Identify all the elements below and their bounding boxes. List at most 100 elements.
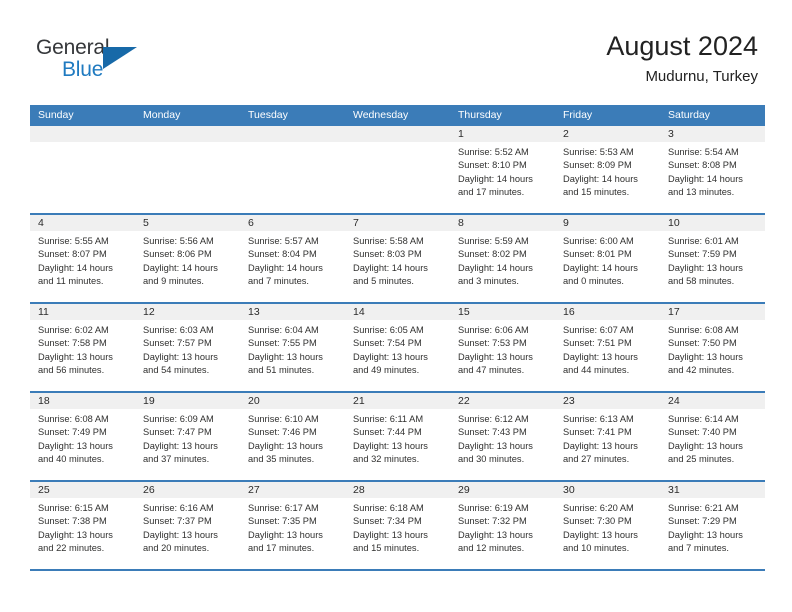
sunrise-text: Sunrise: 6:05 AM — [353, 325, 424, 335]
daylight-text: Daylight: 13 hours and 25 minutes. — [668, 440, 743, 465]
daylight-text: Daylight: 13 hours and 10 minutes. — [563, 529, 638, 554]
daylight-text: Daylight: 14 hours and 9 minutes. — [143, 262, 218, 287]
calendar-day-cell[interactable]: 27 Sunrise: 6:17 AM Sunset: 7:35 PM Dayligh… — [240, 482, 345, 569]
daylight-text: Daylight: 13 hours and 27 minutes. — [563, 440, 638, 465]
sunset-text: Sunset: 8:08 PM — [668, 160, 737, 171]
calendar-day-cell[interactable]: 26 Sunrise: 6:16 AM Sunset: 7:37 PM Dayligh… — [135, 482, 240, 569]
daylight-text: Daylight: 14 hours and 11 minutes. — [38, 262, 113, 287]
sunset-text: Sunset: 8:02 PM — [458, 249, 527, 260]
calendar-cell-empty — [345, 126, 450, 213]
calendar-day-cell[interactable]: 7 Sunrise: 5:58 AM Sunset: 8:03 PM Daylight… — [345, 215, 450, 302]
calendar-day-cell[interactable]: 4 Sunrise: 5:55 AM Sunset: 8:07 PM Daylight… — [30, 215, 135, 302]
calendar-day-cell[interactable]: 25 Sunrise: 6:15 AM Sunset: 7:38 PM Dayligh… — [30, 482, 135, 569]
calendar-day-cell[interactable]: 23 Sunrise: 6:13 AM Sunset: 7:41 PM Dayligh… — [555, 393, 660, 480]
sunset-text: Sunset: 7:34 PM — [353, 516, 422, 527]
day-number: 14 — [345, 304, 450, 320]
sunset-text: Sunset: 7:53 PM — [458, 338, 527, 349]
day-number: 2 — [555, 126, 660, 142]
sunrise-text: Sunrise: 6:01 AM — [668, 236, 739, 246]
daylight-text: Daylight: 13 hours and 15 minutes. — [353, 529, 428, 554]
daylight-text: Daylight: 13 hours and 49 minutes. — [353, 351, 428, 376]
calendar-day-cell[interactable]: 16 Sunrise: 6:07 AM Sunset: 7:51 PM Dayligh… — [555, 304, 660, 391]
calendar-day-cell[interactable]: 6 Sunrise: 5:57 AM Sunset: 8:04 PM Daylight… — [240, 215, 345, 302]
sunset-text: Sunset: 7:41 PM — [563, 427, 632, 438]
sunrise-text: Sunrise: 5:59 AM — [458, 236, 529, 246]
calendar-week-row: 11 Sunrise: 6:02 AM Sunset: 7:58 PM Dayligh… — [30, 304, 765, 393]
calendar-day-cell[interactable]: 3 Sunrise: 5:54 AM Sunset: 8:08 PM Daylight… — [660, 126, 765, 213]
sun-info: Sunrise: 6:02 AM Sunset: 7:58 PM Daylight:… — [30, 320, 135, 384]
daylight-text: Daylight: 13 hours and 42 minutes. — [668, 351, 743, 376]
sunrise-text: Sunrise: 6:13 AM — [563, 414, 634, 424]
calendar-day-cell[interactable]: 21 Sunrise: 6:11 AM Sunset: 7:44 PM Dayligh… — [345, 393, 450, 480]
calendar-day-cell[interactable]: 9 Sunrise: 6:00 AM Sunset: 8:01 PM Daylight… — [555, 215, 660, 302]
calendar-day-cell[interactable]: 20 Sunrise: 6:10 AM Sunset: 7:46 PM Dayligh… — [240, 393, 345, 480]
calendar-day-cell[interactable]: 13 Sunrise: 6:04 AM Sunset: 7:55 PM Dayligh… — [240, 304, 345, 391]
sun-info: Sunrise: 6:10 AM Sunset: 7:46 PM Daylight:… — [240, 409, 345, 473]
calendar-day-cell[interactable]: 18 Sunrise: 6:08 AM Sunset: 7:49 PM Dayligh… — [30, 393, 135, 480]
day-number: 23 — [555, 393, 660, 409]
sunset-text: Sunset: 7:50 PM — [668, 338, 737, 349]
calendar-day-cell[interactable]: 29 Sunrise: 6:19 AM Sunset: 7:32 PM Dayligh… — [450, 482, 555, 569]
calendar-day-cell[interactable]: 31 Sunrise: 6:21 AM Sunset: 7:29 PM Dayligh… — [660, 482, 765, 569]
weekday-header-saturday: Saturday — [668, 109, 711, 121]
calendar-week-row: 25 Sunrise: 6:15 AM Sunset: 7:38 PM Dayligh… — [30, 482, 765, 571]
sunset-text: Sunset: 7:55 PM — [248, 338, 317, 349]
sunset-text: Sunset: 7:54 PM — [353, 338, 422, 349]
calendar-day-cell[interactable]: 28 Sunrise: 6:18 AM Sunset: 7:34 PM Dayligh… — [345, 482, 450, 569]
calendar-day-cell[interactable]: 15 Sunrise: 6:06 AM Sunset: 7:53 PM Dayligh… — [450, 304, 555, 391]
calendar-day-cell[interactable]: 2 Sunrise: 5:53 AM Sunset: 8:09 PM Daylight… — [555, 126, 660, 213]
general-blue-logo[interactable]: General Blue — [36, 36, 146, 84]
sun-info: Sunrise: 5:55 AM Sunset: 8:07 PM Daylight:… — [30, 231, 135, 295]
sun-info: Sunrise: 6:08 AM Sunset: 7:49 PM Daylight:… — [30, 409, 135, 473]
sunrise-text: Sunrise: 6:09 AM — [143, 414, 214, 424]
sunset-text: Sunset: 7:30 PM — [563, 516, 632, 527]
calendar-day-cell[interactable]: 12 Sunrise: 6:03 AM Sunset: 7:57 PM Dayligh… — [135, 304, 240, 391]
week-cells: 1 Sunrise: 5:52 AM Sunset: 8:10 PM Daylight… — [30, 126, 765, 213]
sun-info: Sunrise: 6:05 AM Sunset: 7:54 PM Daylight:… — [345, 320, 450, 384]
day-number: 8 — [450, 215, 555, 231]
weekday-header-sunday: Sunday — [38, 109, 74, 121]
calendar-day-cell[interactable]: 30 Sunrise: 6:20 AM Sunset: 7:30 PM Dayligh… — [555, 482, 660, 569]
sunrise-text: Sunrise: 5:58 AM — [353, 236, 424, 246]
day-number: 7 — [345, 215, 450, 231]
week-cells: 4 Sunrise: 5:55 AM Sunset: 8:07 PM Daylight… — [30, 215, 765, 302]
sun-info: Sunrise: 6:00 AM Sunset: 8:01 PM Daylight:… — [555, 231, 660, 295]
sun-info: Sunrise: 6:06 AM Sunset: 7:53 PM Daylight:… — [450, 320, 555, 384]
page-header: General Blue August 2024 Mudurnu, Turkey — [0, 0, 792, 104]
sun-info: Sunrise: 6:20 AM Sunset: 7:30 PM Daylight:… — [555, 498, 660, 562]
calendar-day-cell[interactable]: 5 Sunrise: 5:56 AM Sunset: 8:06 PM Daylight… — [135, 215, 240, 302]
daylight-text: Daylight: 13 hours and 54 minutes. — [143, 351, 218, 376]
sunrise-text: Sunrise: 6:00 AM — [563, 236, 634, 246]
day-number: 31 — [660, 482, 765, 498]
sun-info: Sunrise: 6:21 AM Sunset: 7:29 PM Daylight:… — [660, 498, 765, 562]
sunset-text: Sunset: 7:49 PM — [38, 427, 107, 438]
calendar-day-cell[interactable]: 10 Sunrise: 6:01 AM Sunset: 7:59 PM Dayligh… — [660, 215, 765, 302]
day-number: 27 — [240, 482, 345, 498]
sun-info: Sunrise: 6:17 AM Sunset: 7:35 PM Daylight:… — [240, 498, 345, 562]
sun-info: Sunrise: 6:03 AM Sunset: 7:57 PM Daylight:… — [135, 320, 240, 384]
daylight-text: Daylight: 13 hours and 56 minutes. — [38, 351, 113, 376]
calendar-day-cell[interactable]: 24 Sunrise: 6:14 AM Sunset: 7:40 PM Dayligh… — [660, 393, 765, 480]
calendar-day-cell[interactable]: 14 Sunrise: 6:05 AM Sunset: 7:54 PM Dayligh… — [345, 304, 450, 391]
page-title: August 2024 — [606, 31, 758, 61]
calendar-day-cell[interactable]: 22 Sunrise: 6:12 AM Sunset: 7:43 PM Dayligh… — [450, 393, 555, 480]
sun-info: Sunrise: 6:19 AM Sunset: 7:32 PM Daylight:… — [450, 498, 555, 562]
calendar-day-cell[interactable]: 1 Sunrise: 5:52 AM Sunset: 8:10 PM Daylight… — [450, 126, 555, 213]
calendar-day-cell[interactable]: 17 Sunrise: 6:08 AM Sunset: 7:50 PM Dayligh… — [660, 304, 765, 391]
calendar-day-cell[interactable]: 19 Sunrise: 6:09 AM Sunset: 7:47 PM Dayligh… — [135, 393, 240, 480]
sunset-text: Sunset: 8:04 PM — [248, 249, 317, 260]
sunset-text: Sunset: 7:37 PM — [143, 516, 212, 527]
calendar-day-cell[interactable]: 11 Sunrise: 6:02 AM Sunset: 7:58 PM Dayligh… — [30, 304, 135, 391]
weekday-header-row: Sunday Monday Tuesday Wednesday Thursday Frid… — [30, 105, 765, 126]
calendar-day-cell[interactable]: 8 Sunrise: 5:59 AM Sunset: 8:02 PM Daylight… — [450, 215, 555, 302]
weekday-header-thursday: Thursday — [458, 109, 502, 121]
week-cells: 18 Sunrise: 6:08 AM Sunset: 7:49 PM Dayligh… — [30, 393, 765, 480]
day-number: 10 — [660, 215, 765, 231]
sunset-text: Sunset: 7:29 PM — [668, 516, 737, 527]
day-number: 25 — [30, 482, 135, 498]
day-number: 28 — [345, 482, 450, 498]
sun-info: Sunrise: 5:54 AM Sunset: 8:08 PM Daylight:… — [660, 142, 765, 206]
sunrise-text: Sunrise: 6:06 AM — [458, 325, 529, 335]
daylight-text: Daylight: 13 hours and 20 minutes. — [143, 529, 218, 554]
calendar-cell-empty — [240, 126, 345, 213]
